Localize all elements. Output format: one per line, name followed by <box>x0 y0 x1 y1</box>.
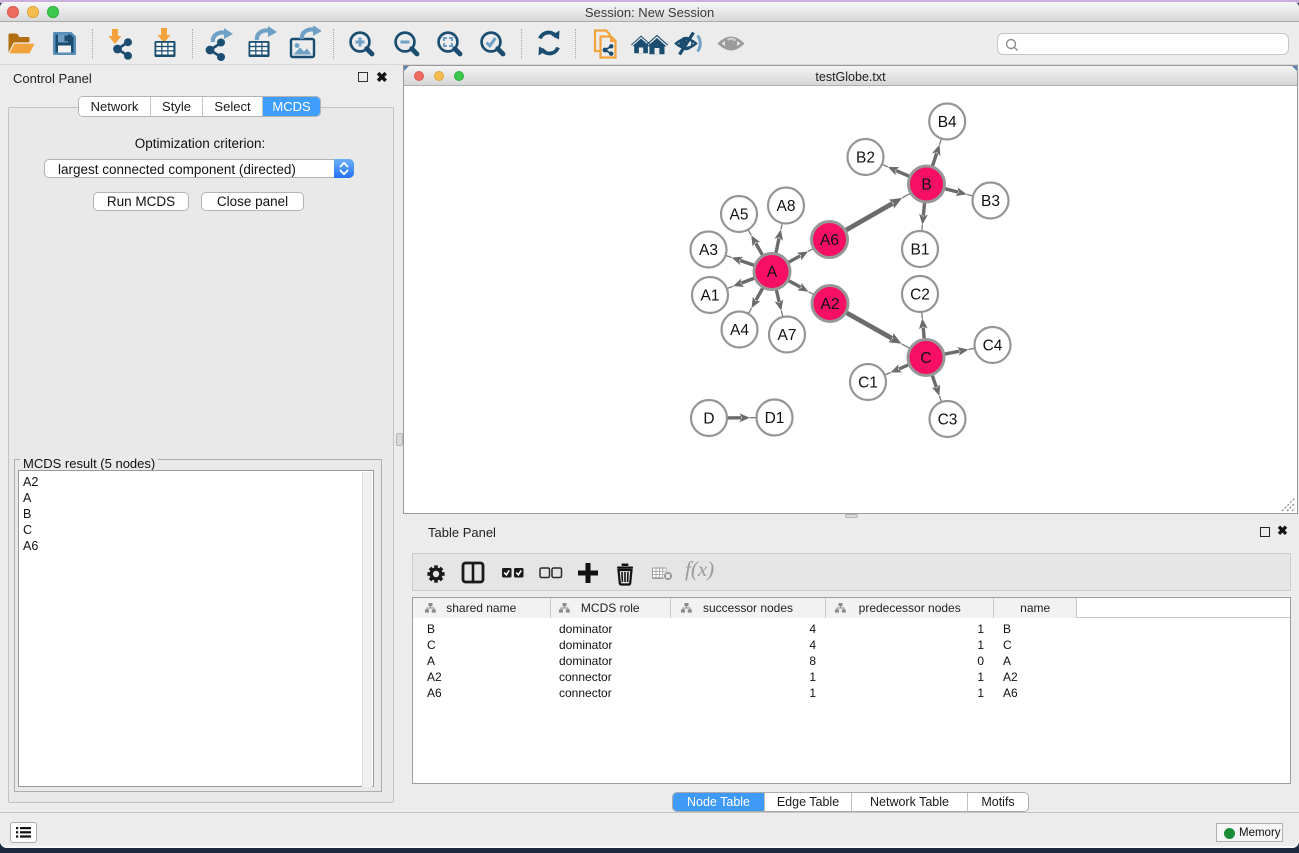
svg-text:C: C <box>920 350 931 367</box>
svg-text:A4: A4 <box>730 322 749 339</box>
svg-text:A5: A5 <box>730 206 749 223</box>
svg-text:B: B <box>921 176 931 193</box>
svg-text:B4: B4 <box>938 114 957 131</box>
svg-text:A7: A7 <box>778 327 797 344</box>
svg-text:C2: C2 <box>910 286 930 303</box>
svg-text:C3: C3 <box>938 411 958 428</box>
svg-text:A1: A1 <box>701 287 720 304</box>
svg-text:B1: B1 <box>911 241 930 258</box>
svg-text:C1: C1 <box>858 374 878 391</box>
svg-text:B2: B2 <box>856 149 875 166</box>
svg-text:C4: C4 <box>983 337 1003 354</box>
svg-text:D: D <box>703 410 714 427</box>
svg-text:D1: D1 <box>765 410 785 427</box>
svg-text:B3: B3 <box>981 193 1000 210</box>
svg-text:A8: A8 <box>777 198 796 215</box>
svg-text:A: A <box>767 264 778 281</box>
svg-text:A3: A3 <box>699 242 718 259</box>
svg-text:A2: A2 <box>821 296 840 313</box>
svg-text:A6: A6 <box>820 232 839 249</box>
